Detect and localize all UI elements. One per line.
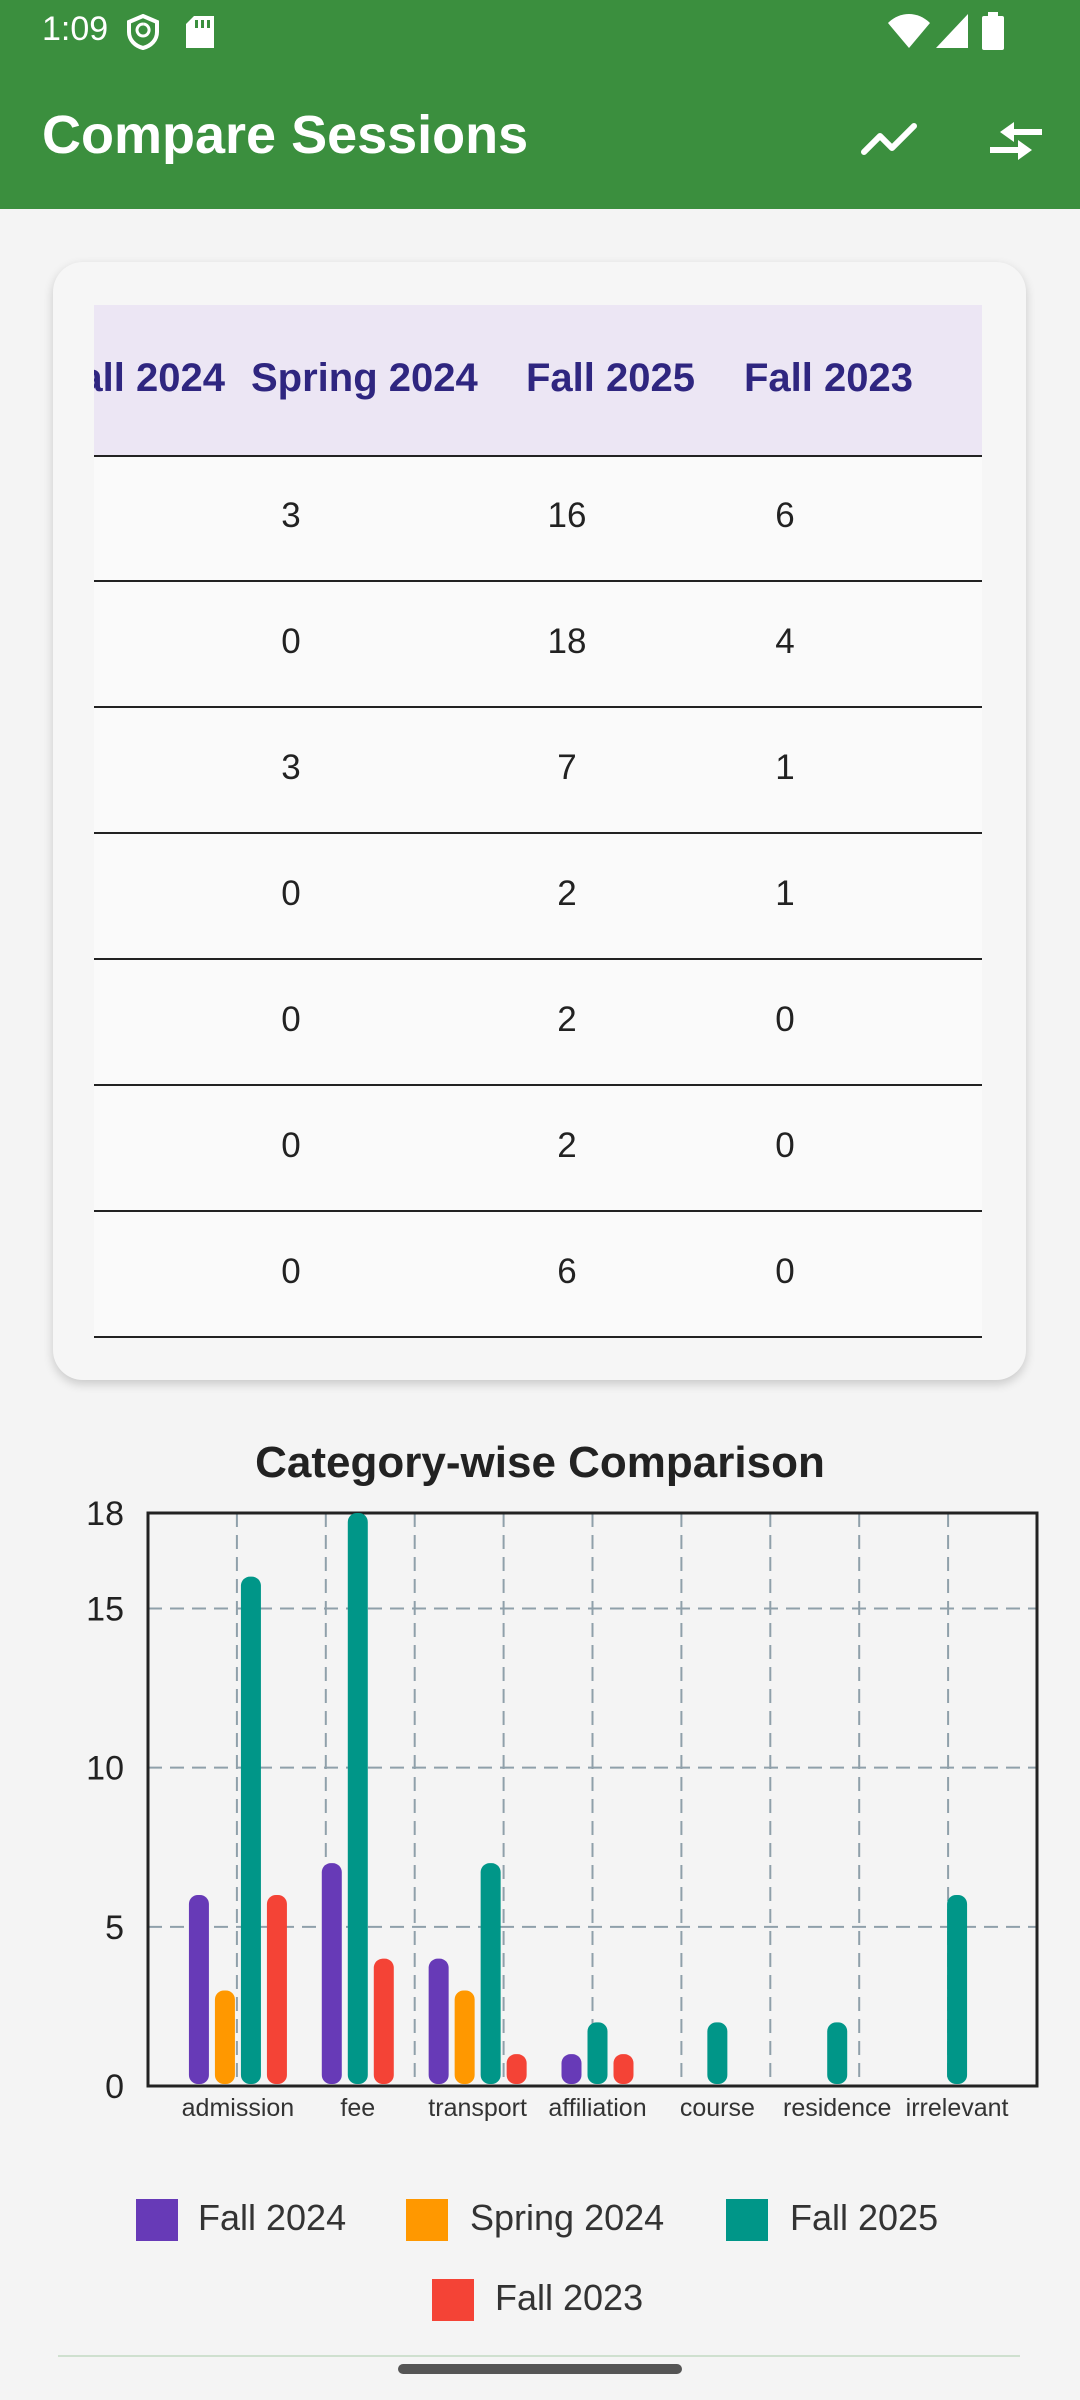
table-cell: 0 bbox=[281, 1126, 301, 1165]
bar-fall-2024 bbox=[188, 1895, 209, 2084]
column-header-spring-2024[interactable]: Spring 2024 bbox=[251, 356, 478, 401]
bar-fall-2023 bbox=[613, 2054, 634, 2084]
shield-icon bbox=[127, 14, 159, 50]
table-row: 3 7 1 bbox=[94, 708, 982, 834]
status-bar: 1:09 bbox=[0, 0, 1080, 62]
table-cell: 2 bbox=[557, 874, 577, 913]
bar-fall-2023 bbox=[373, 1958, 394, 2084]
table-row: 0 2 0 bbox=[94, 960, 982, 1086]
wifi-icon bbox=[888, 14, 930, 48]
x-tick-label: affiliation bbox=[548, 2094, 646, 2122]
table-cell: 2 bbox=[557, 1126, 577, 1165]
legend-label: Spring 2024 bbox=[470, 2197, 665, 2238]
bar-fall-2023 bbox=[266, 1895, 287, 2084]
table-row: 0 6 0 bbox=[94, 1212, 982, 1338]
home-indicator[interactable] bbox=[398, 2364, 682, 2374]
status-time: 1:09 bbox=[42, 10, 109, 48]
legend-swatch bbox=[432, 2279, 474, 2321]
table-cell: 0 bbox=[281, 622, 301, 661]
legend-label: Fall 2024 bbox=[198, 2197, 347, 2238]
table-cell: 16 bbox=[547, 496, 587, 535]
table-cell: 0 bbox=[281, 1000, 301, 1039]
legend-label: Fall 2023 bbox=[495, 2277, 644, 2318]
column-header-fall-2024[interactable]: Fall 2024 bbox=[94, 356, 225, 401]
bar-fall-2024 bbox=[561, 2054, 582, 2084]
table-cell: 0 bbox=[281, 1252, 301, 1291]
sd-card-icon bbox=[186, 16, 214, 48]
table-row: 0 2 1 bbox=[94, 834, 982, 960]
table-cell: 1 bbox=[775, 874, 795, 913]
table-cell: 0 bbox=[775, 1126, 795, 1165]
table-row: 3 16 6 bbox=[94, 456, 982, 582]
column-header-fall-2025[interactable]: Fall 2025 bbox=[526, 356, 695, 401]
legend-label: Fall 2025 bbox=[790, 2197, 939, 2238]
x-tick-label: transport bbox=[428, 2094, 527, 2122]
signal-icon bbox=[936, 14, 968, 48]
chart-title: Category-wise Comparison bbox=[255, 1438, 825, 1487]
table-cell: 18 bbox=[547, 622, 587, 661]
table-cell: 0 bbox=[775, 1000, 795, 1039]
table-cell: 3 bbox=[281, 496, 301, 535]
column-header-fall-2023[interactable]: Fall 2023 bbox=[744, 356, 913, 401]
table-cell: 0 bbox=[281, 874, 301, 913]
compare-button[interactable] bbox=[978, 102, 1054, 178]
y-tick-label: 10 bbox=[86, 1750, 124, 1788]
compare-arrows-icon bbox=[990, 122, 1042, 160]
table-cell: 0 bbox=[775, 1252, 795, 1291]
table-cell: 3 bbox=[281, 748, 301, 787]
y-tick-label: 15 bbox=[86, 1591, 124, 1629]
table-cell: 7 bbox=[557, 748, 577, 787]
table-cell: 6 bbox=[775, 496, 795, 535]
y-tick-label: 5 bbox=[105, 1909, 124, 1947]
x-tick-label: course bbox=[680, 2094, 755, 2122]
y-tick-label: 18 bbox=[86, 1495, 124, 1533]
page-title: Compare Sessions bbox=[42, 105, 529, 165]
y-tick-label: 0 bbox=[105, 2068, 124, 2106]
bar-fall-2024 bbox=[428, 1958, 449, 2084]
x-tick-label: admission bbox=[182, 2094, 295, 2122]
bar-fall-2025 bbox=[480, 1863, 501, 2084]
bar-fall-2025 bbox=[587, 2022, 608, 2084]
table-row: 0 2 0 bbox=[94, 1086, 982, 1212]
legend-swatch bbox=[136, 2199, 178, 2241]
bar-fall-2025 bbox=[240, 1576, 261, 2084]
bar-fall-2025 bbox=[707, 2022, 728, 2084]
app-bar: Compare Sessions bbox=[0, 62, 1080, 209]
x-tick-label: fee bbox=[340, 2094, 375, 2122]
legend-swatch bbox=[726, 2199, 768, 2241]
x-tick-label: irrelevant bbox=[906, 2094, 1009, 2122]
divider bbox=[58, 2355, 1020, 2357]
bar-fall-2025 bbox=[947, 1895, 968, 2084]
bar-fall-2024 bbox=[321, 1863, 342, 2084]
legend-swatch bbox=[406, 2199, 448, 2241]
table-cell: 2 bbox=[557, 1000, 577, 1039]
table-cell: 1 bbox=[775, 748, 795, 787]
bar-fall-2025 bbox=[347, 1513, 368, 2084]
bar-fall-2025 bbox=[827, 2022, 848, 2084]
trending-line-icon bbox=[861, 123, 917, 155]
table-row: 0 18 4 bbox=[94, 582, 982, 708]
table-cell: 4 bbox=[775, 622, 795, 661]
bar-spring-2024 bbox=[454, 1990, 475, 2084]
x-tick-label: residence bbox=[783, 2094, 891, 2122]
trend-chart-button[interactable] bbox=[852, 102, 928, 178]
session-table[interactable]: Fall 2024 Spring 2024 Fall 2025 Fall 202… bbox=[94, 305, 982, 1338]
table-header: Fall 2024 Spring 2024 Fall 2025 Fall 202… bbox=[94, 305, 982, 457]
table-cell: 6 bbox=[557, 1252, 577, 1291]
bar-spring-2024 bbox=[214, 1990, 235, 2084]
bar-fall-2023 bbox=[506, 2054, 527, 2084]
battery-icon bbox=[982, 12, 1004, 50]
